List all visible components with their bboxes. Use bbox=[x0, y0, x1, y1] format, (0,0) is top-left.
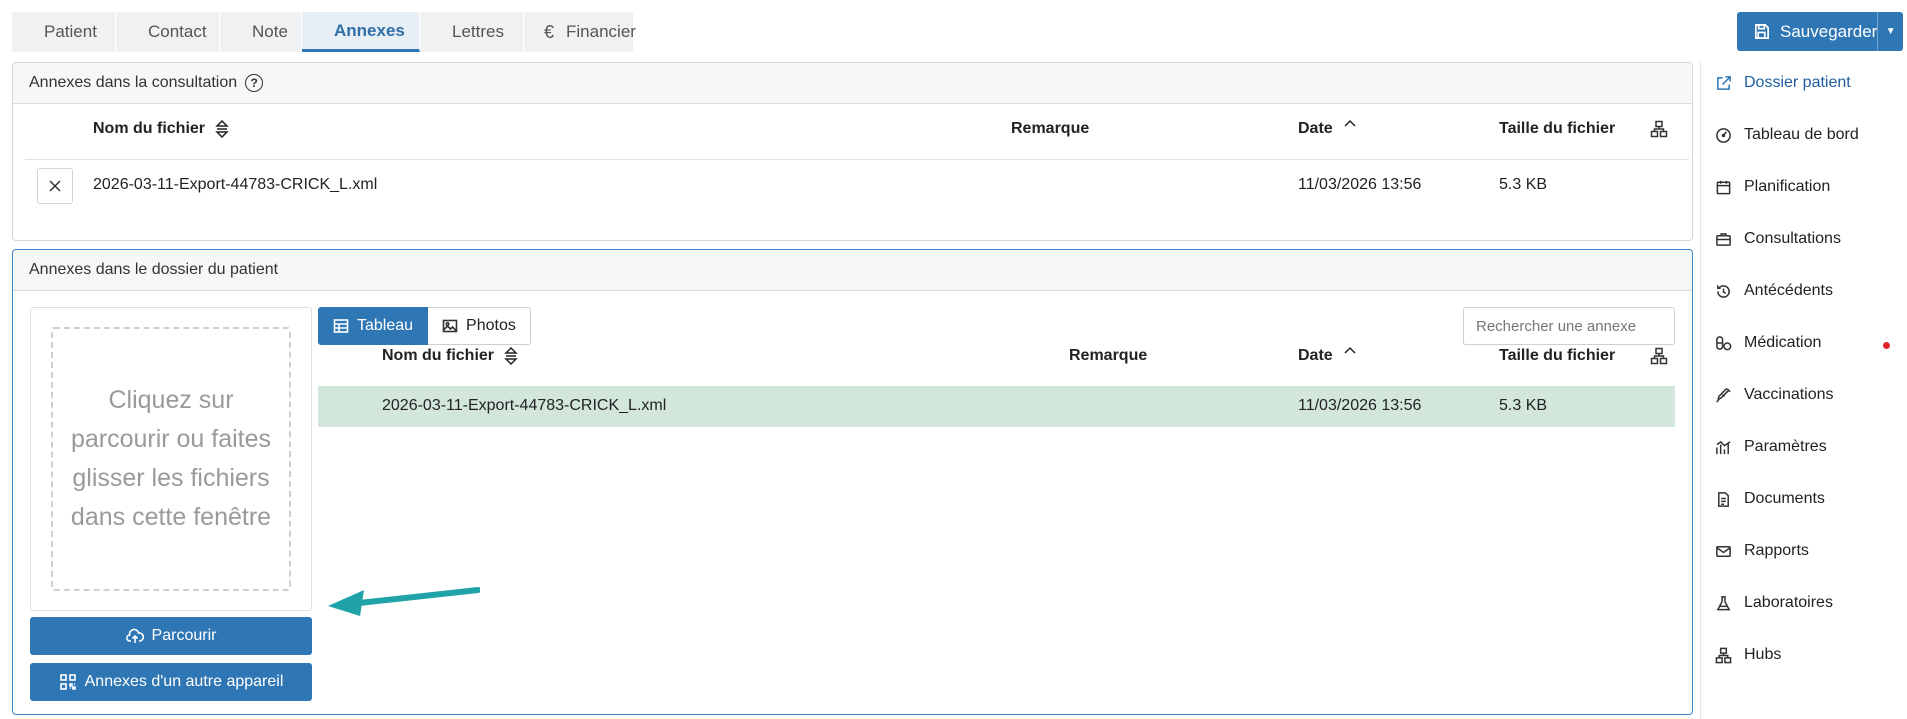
tab-lettres[interactable]: Lettres bbox=[420, 12, 524, 52]
browse-button-label: Parcourir bbox=[151, 627, 217, 644]
mail-icon bbox=[1716, 545, 1731, 557]
drop-zone-text: Cliquez sur parcourir ou faites glisser … bbox=[51, 327, 291, 591]
chart-icon bbox=[1716, 440, 1731, 454]
column-header-remark[interactable]: Remarque bbox=[1011, 120, 1089, 138]
save-dropdown-caret-icon[interactable]: ▼ bbox=[1877, 12, 1903, 51]
column-chooser-icon[interactable] bbox=[1650, 347, 1668, 365]
tab-label: Patient bbox=[44, 22, 97, 41]
cell-date: 11/03/2026 13:56 bbox=[1298, 397, 1422, 414]
sidebar-item-laboratoires[interactable]: Laboratoires bbox=[1715, 594, 1833, 612]
browse-button[interactable]: Parcourir bbox=[30, 617, 312, 655]
panel-header: Annexes dans la consultation ? bbox=[13, 63, 1692, 104]
cloud-upload-icon bbox=[125, 628, 144, 643]
euro-icon: € bbox=[544, 21, 555, 42]
sidebar-item-planification[interactable]: Planification bbox=[1715, 178, 1830, 196]
sidebar-item-parametres[interactable]: Paramètres bbox=[1715, 438, 1827, 456]
panel-title: Annexes dans la consultation bbox=[29, 74, 238, 91]
save-icon bbox=[1754, 24, 1769, 39]
hubs-icon bbox=[1715, 647, 1732, 663]
consultation-annexes-panel: Annexes dans la consultation ? Nom du fi… bbox=[12, 62, 1693, 241]
tab-label: Financier bbox=[566, 22, 636, 41]
sort-both-icon bbox=[504, 347, 518, 365]
sidebar-item-rapports[interactable]: Rapports bbox=[1715, 542, 1809, 560]
pill-icon bbox=[1716, 335, 1732, 350]
column-header-size[interactable]: Taille du fichier bbox=[1499, 120, 1615, 138]
panel-title: Annexes dans le dossier du patient bbox=[29, 261, 279, 278]
sidebar-item-documents[interactable]: Documents bbox=[1715, 490, 1825, 508]
drop-zone[interactable]: Cliquez sur parcourir ou faites glisser … bbox=[30, 307, 312, 611]
tab-financier[interactable]: € Financier bbox=[524, 12, 636, 52]
sidebar-item-consultations[interactable]: Consultations bbox=[1715, 230, 1841, 248]
tab-contact[interactable]: Contact bbox=[116, 12, 220, 52]
tab-note[interactable]: Note bbox=[220, 12, 302, 52]
sidebar-item-vaccinations[interactable]: Vaccinations bbox=[1715, 386, 1834, 404]
column-header-remark[interactable]: Remarque bbox=[1069, 347, 1147, 365]
tab-label: Note bbox=[252, 22, 288, 41]
help-icon[interactable]: ? bbox=[245, 74, 264, 92]
flask-icon bbox=[1716, 595, 1731, 610]
cell-date: 11/03/2026 13:56 bbox=[1298, 176, 1422, 193]
column-header-filename[interactable]: Nom du fichier bbox=[382, 347, 518, 365]
briefcase-icon bbox=[1716, 232, 1731, 246]
tab-patient[interactable]: Patient bbox=[12, 12, 116, 52]
view-toggle-table[interactable]: Tableau bbox=[318, 307, 429, 345]
other-device-button-label: Annexes d'un autre appareil bbox=[84, 673, 284, 690]
sort-both-icon bbox=[215, 120, 229, 138]
sidebar-item-hubs[interactable]: Hubs bbox=[1715, 646, 1781, 664]
divider bbox=[25, 159, 1689, 160]
document-icon bbox=[1718, 491, 1729, 507]
cell-filename[interactable]: 2026-03-11-Export-44783-CRICK_L.xml bbox=[382, 397, 666, 415]
qr-code-icon bbox=[59, 674, 76, 690]
other-device-button[interactable]: Annexes d'un autre appareil bbox=[30, 663, 312, 701]
notification-dot bbox=[1883, 342, 1890, 349]
sort-asc-icon bbox=[1344, 119, 1356, 127]
syringe-icon bbox=[1716, 387, 1731, 403]
tab-label: Annexes bbox=[334, 20, 405, 40]
column-chooser-icon[interactable] bbox=[1650, 120, 1668, 138]
view-toggle-photos[interactable]: Photos bbox=[428, 307, 531, 345]
sidebar-item-medication[interactable]: Médication bbox=[1715, 334, 1821, 352]
save-button[interactable]: Sauvegarder ▼ bbox=[1737, 12, 1903, 51]
tab-label: Contact bbox=[148, 22, 207, 41]
column-header-date[interactable]: Date bbox=[1298, 119, 1357, 138]
close-icon bbox=[49, 180, 61, 192]
sidebar-item-dossier-patient[interactable]: Dossier patient bbox=[1715, 74, 1851, 92]
column-header-date[interactable]: Date bbox=[1298, 346, 1357, 365]
remove-attachment-button[interactable] bbox=[37, 168, 73, 204]
save-button-label: Sauvegarder bbox=[1780, 21, 1878, 41]
annotation-arrow-icon bbox=[328, 587, 480, 616]
sidebar-item-antecedents[interactable]: Antécédents bbox=[1715, 282, 1833, 300]
image-icon bbox=[442, 319, 458, 333]
cell-size: 5.3 KB bbox=[1499, 397, 1548, 414]
panel-header: Annexes dans le dossier du patient bbox=[13, 250, 1692, 291]
sort-asc-icon bbox=[1344, 346, 1356, 354]
history-icon bbox=[1717, 284, 1730, 298]
cell-size: 5.3 KB bbox=[1499, 176, 1548, 193]
table-icon bbox=[333, 319, 349, 333]
tab-annexes[interactable]: Annexes bbox=[302, 12, 420, 52]
external-link-icon bbox=[1717, 75, 1731, 90]
column-header-filename[interactable]: Nom du fichier bbox=[93, 120, 229, 138]
search-attachment-input[interactable] bbox=[1463, 307, 1675, 345]
tab-bar: Patient Contact Note Annexes Lettres € F… bbox=[12, 12, 636, 52]
cell-filename[interactable]: 2026-03-11-Export-44783-CRICK_L.xml bbox=[93, 176, 377, 194]
patient-annexes-panel: Annexes dans le dossier du patient Cliqu… bbox=[12, 249, 1693, 715]
right-sidebar: Dossier patient Tableau de bord Planific… bbox=[1700, 62, 1907, 719]
tab-label: Lettres bbox=[452, 22, 504, 41]
sidebar-item-tableau-de-bord[interactable]: Tableau de bord bbox=[1715, 126, 1859, 144]
calendar-icon bbox=[1716, 180, 1731, 194]
column-header-size[interactable]: Taille du fichier bbox=[1499, 347, 1615, 365]
dashboard-icon bbox=[1716, 127, 1731, 143]
view-toggle: Tableau Photos bbox=[318, 307, 531, 345]
